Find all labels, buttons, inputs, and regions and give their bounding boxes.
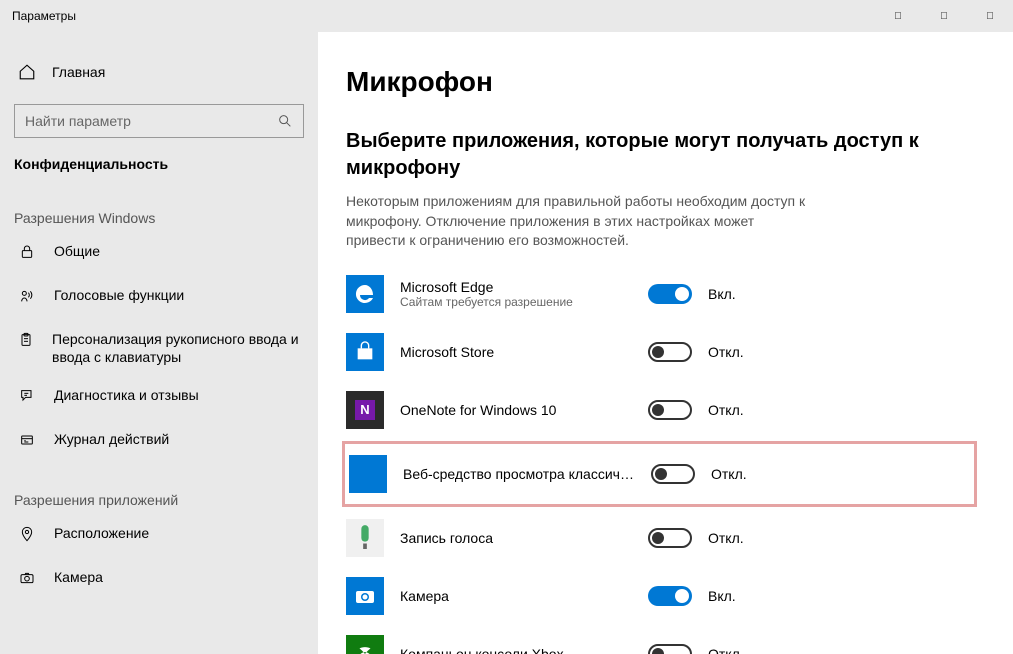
page-description: Некоторым приложениям для правильной раб… — [346, 192, 806, 251]
titlebar: Параметры    — [0, 0, 1013, 32]
group-windows-permissions: Разрешения Windows — [0, 182, 318, 232]
app-subtext: Сайтам требуется разрешение — [400, 295, 632, 309]
sidebar-item-inking[interactable]: Персонализация рукописного ввода и ввода… — [0, 320, 318, 376]
app-icon — [346, 635, 384, 654]
sidebar-item-activity[interactable]: Журнал действий — [0, 420, 318, 464]
feedback-icon — [18, 386, 36, 404]
app-icon — [346, 519, 384, 557]
app-toggle[interactable] — [648, 342, 692, 362]
sidebar-item-label: Персонализация рукописного ввода и ввода… — [52, 330, 304, 366]
app-name: Microsoft Store — [400, 344, 632, 360]
app-name: Компаньон консоли Xbox — [400, 646, 632, 654]
app-name: OneNote for Windows 10 — [400, 402, 632, 418]
sidebar-item-label: Голосовые функции — [54, 286, 184, 304]
toggle-state-label: Откл. — [708, 530, 752, 546]
toggle-state-label: Вкл. — [708, 588, 752, 604]
app-row: Компаньон консоли Xbox Откл. — [346, 625, 973, 654]
lock-icon — [18, 242, 36, 260]
app-name: Microsoft Edge — [400, 279, 632, 295]
toggle-state-label: Откл. — [708, 646, 752, 654]
app-toggle[interactable] — [651, 464, 695, 484]
sidebar-item-label: Общие — [54, 242, 100, 260]
app-name: Камера — [400, 588, 632, 604]
sidebar-item-speech[interactable]: Голосовые функции — [0, 276, 318, 320]
window-title: Параметры — [12, 9, 76, 23]
clipboard-icon — [18, 330, 34, 348]
app-icon: N — [346, 391, 384, 429]
app-icon — [346, 577, 384, 615]
sidebar-item-location[interactable]: Расположение — [0, 514, 318, 558]
toggle-state-label: Вкл. — [708, 286, 752, 302]
sidebar-item-general[interactable]: Общие — [0, 232, 318, 276]
page-title: Микрофон — [346, 66, 973, 98]
app-toggle[interactable] — [648, 644, 692, 654]
home-icon — [18, 63, 36, 81]
minimize-button[interactable]:  — [875, 0, 921, 32]
sidebar-item-label: Диагностика и отзывы — [54, 386, 199, 404]
close-button[interactable]:  — [967, 0, 1013, 32]
location-icon — [18, 524, 36, 542]
app-list: Microsoft EdgeСайтам требуется разрешени… — [346, 265, 973, 654]
camera-icon — [18, 568, 36, 586]
app-toggle[interactable] — [648, 528, 692, 548]
sidebar-item-label: Камера — [54, 568, 103, 586]
home-label: Главная — [52, 64, 105, 80]
group-app-permissions: Разрешения приложений — [0, 464, 318, 514]
sidebar-item-label: Журнал действий — [54, 430, 169, 448]
app-row: Камера Вкл. — [346, 567, 973, 625]
maximize-button[interactable]:  — [921, 0, 967, 32]
sidebar-item-label: Расположение — [54, 524, 149, 542]
app-icon — [346, 333, 384, 371]
section-title: Конфиденциальность — [0, 138, 318, 182]
app-name: Веб-средство просмотра классиче... — [403, 466, 635, 482]
content-pane: Микрофон Выберите приложения, которые мо… — [318, 32, 1013, 654]
speech-icon — [18, 286, 36, 304]
app-row: Microsoft Store Откл. — [346, 323, 973, 381]
toggle-state-label: Откл. — [711, 466, 755, 482]
app-row: Веб-средство просмотра классиче... Откл. — [342, 441, 977, 507]
sidebar-item-camera[interactable]: Камера — [0, 558, 318, 602]
app-row: Microsoft EdgeСайтам требуется разрешени… — [346, 265, 973, 323]
toggle-state-label: Откл. — [708, 402, 752, 418]
app-toggle[interactable] — [648, 400, 692, 420]
app-name: Запись голоса — [400, 530, 632, 546]
sidebar: Главная Найти параметр Конфиденциальност… — [0, 32, 318, 654]
history-icon — [18, 430, 36, 448]
app-row: Запись голоса Откл. — [346, 509, 973, 567]
search-input[interactable]: Найти параметр — [14, 104, 304, 138]
search-icon — [277, 113, 293, 129]
app-toggle[interactable] — [648, 586, 692, 606]
toggle-state-label: Откл. — [708, 344, 752, 360]
app-row: N OneNote for Windows 10 Откл. — [346, 381, 973, 439]
app-icon — [349, 455, 387, 493]
sidebar-item-diagnostics[interactable]: Диагностика и отзывы — [0, 376, 318, 420]
app-toggle[interactable] — [648, 284, 692, 304]
home-link[interactable]: Главная — [0, 52, 318, 92]
app-icon — [346, 275, 384, 313]
page-subtitle: Выберите приложения, которые могут получ… — [346, 128, 973, 182]
search-placeholder: Найти параметр — [25, 113, 131, 129]
